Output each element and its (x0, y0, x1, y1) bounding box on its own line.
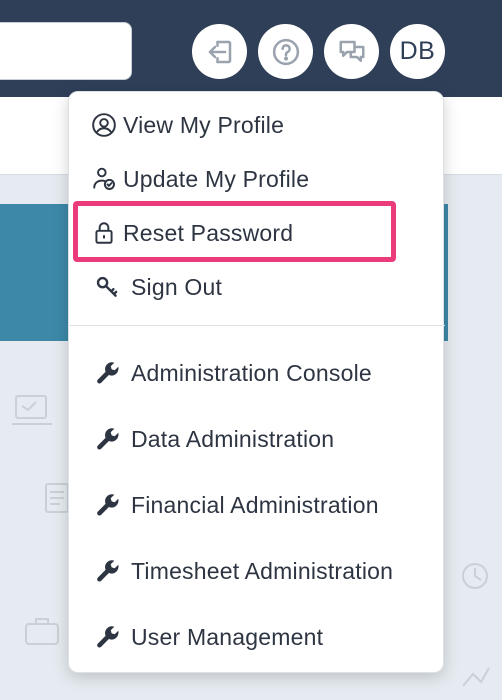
avatar-initials: DB (399, 37, 436, 65)
decorative-illustration (25, 618, 59, 645)
menu-item-label: View My Profile (123, 111, 285, 138)
decorative-illustration (462, 563, 488, 589)
menu-divider (69, 325, 445, 326)
menu-item-label: Financial Administration (131, 491, 379, 518)
menu-item-timesheet-administration[interactable]: Timesheet Administration (69, 549, 445, 593)
menu-item-user-management[interactable]: User Management (69, 615, 445, 659)
user-dropdown-menu: View My Profile Update My Profile Reset … (68, 91, 445, 673)
menu-item-label: Timesheet Administration (131, 557, 394, 584)
menu-item-view-my-profile[interactable]: View My Profile (69, 103, 445, 147)
menu-item-label: User Management (131, 623, 324, 650)
decorative-illustration (462, 667, 490, 687)
wrench-icon (93, 490, 123, 520)
sign-in-icon (208, 40, 231, 63)
menu-item-financial-administration[interactable]: Financial Administration (69, 483, 445, 527)
chat-icon (339, 40, 364, 62)
wrench-icon (93, 358, 123, 388)
menu-item-sign-out[interactable]: Sign Out (69, 265, 445, 309)
menu-item-label: Data Administration (131, 425, 335, 452)
wrench-icon (93, 556, 123, 586)
menu-item-administration-console[interactable]: Administration Console (69, 351, 445, 395)
menu-item-label: Sign Out (131, 273, 223, 300)
sign-in-button[interactable] (192, 24, 247, 79)
lock-icon (89, 218, 119, 248)
menu-item-label: Administration Console (131, 359, 372, 386)
user-edit-icon (89, 164, 119, 194)
menu-item-update-my-profile[interactable]: Update My Profile (69, 157, 445, 201)
wrench-icon (93, 622, 123, 652)
menu-item-label: Update My Profile (123, 165, 310, 192)
search-input[interactable] (0, 22, 132, 80)
wrench-icon (93, 424, 123, 454)
user-circle-icon (89, 110, 119, 140)
decorative-illustration (12, 395, 52, 425)
top-navigation-bar: DB (0, 0, 502, 97)
menu-item-reset-password[interactable]: Reset Password (69, 211, 445, 255)
avatar[interactable]: DB (390, 24, 445, 79)
help-button[interactable] (258, 24, 313, 79)
menu-item-label: Reset Password (123, 219, 294, 246)
key-icon (93, 272, 123, 302)
menu-item-data-administration[interactable]: Data Administration (69, 417, 445, 461)
chat-button[interactable] (324, 24, 379, 79)
help-icon (272, 38, 299, 65)
